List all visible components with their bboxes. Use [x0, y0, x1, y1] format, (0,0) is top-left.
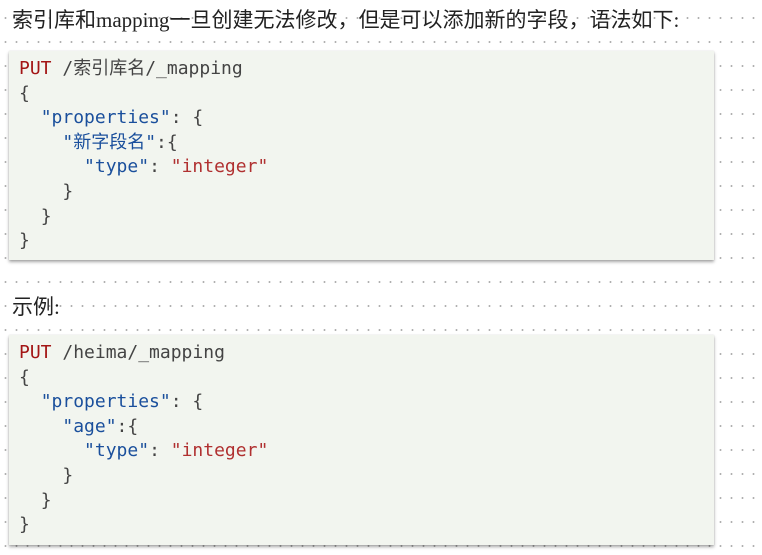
- request-path: /heima/_mapping: [51, 342, 225, 363]
- code-line-open-brace: {: [19, 366, 714, 391]
- code-line-type: "type": "integer": [19, 439, 714, 464]
- json-key-properties: "properties": [40, 391, 171, 413]
- json-value-type: "integer": [170, 440, 269, 462]
- code-line-close-props: }: [19, 489, 714, 514]
- code-line-field: "新字段名":{: [19, 131, 714, 156]
- json-key-type: "type": [84, 156, 150, 178]
- code-block-example: PUT /heima/_mapping { "properties": { "a…: [9, 335, 714, 545]
- example-heading: 示例:: [12, 295, 60, 319]
- brace: {: [19, 366, 30, 388]
- code-block-syntax: PUT /索引库名/_mapping { "properties": { "新字…: [9, 51, 714, 260]
- http-method: PUT: [19, 342, 52, 363]
- brace: }: [40, 205, 52, 227]
- json-key-properties: "properties": [40, 107, 171, 129]
- code-line-field: "age":{: [19, 415, 714, 440]
- code-line-close-props: }: [19, 205, 714, 230]
- json-separator: :: [149, 156, 171, 178]
- json-separator: :: [149, 440, 171, 462]
- json-separator: :{: [116, 415, 139, 437]
- code-line-close-root: }: [19, 229, 714, 254]
- json-separator: : {: [170, 107, 204, 129]
- code-line-request: PUT /索引库名/_mapping: [19, 57, 714, 82]
- code-line-properties: "properties": {: [19, 390, 714, 415]
- brace: }: [62, 464, 74, 486]
- code-line-request: PUT /heima/_mapping: [19, 341, 714, 366]
- http-method: PUT: [19, 58, 52, 79]
- code-line-open-brace: {: [19, 82, 714, 107]
- code-line-type: "type": "integer": [19, 155, 714, 180]
- json-separator: :{: [156, 131, 178, 153]
- code-line-close-inner: }: [19, 180, 714, 205]
- request-path: /索引库名/_mapping: [51, 58, 243, 79]
- code-line-close-inner: }: [19, 464, 714, 489]
- brace: {: [19, 82, 30, 104]
- json-key-type: "type": [84, 440, 150, 462]
- code-line-close-root: }: [19, 513, 714, 538]
- brace: }: [40, 489, 52, 511]
- brace: }: [19, 514, 30, 536]
- json-separator: : {: [170, 391, 204, 413]
- intro-paragraph: 索引库和mapping一旦创建无法修改，但是可以添加新的字段，语法如下:: [12, 8, 680, 32]
- json-key-field: "新字段名": [62, 131, 157, 153]
- brace: }: [62, 180, 74, 202]
- json-value-type: "integer": [170, 156, 269, 178]
- brace: }: [19, 230, 30, 252]
- json-key-field: "age": [62, 415, 117, 437]
- code-line-properties: "properties": {: [19, 106, 714, 131]
